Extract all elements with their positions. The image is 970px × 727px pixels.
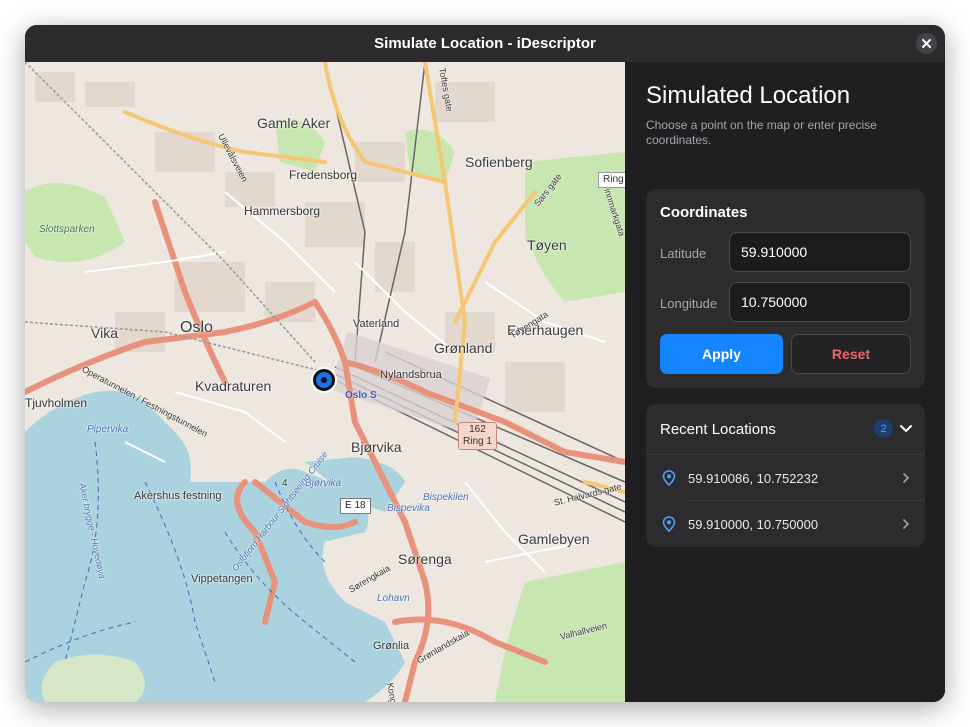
map-label-water: Bispevika	[387, 503, 430, 514]
map-label-district: Grønlia	[373, 640, 410, 652]
close-button[interactable]	[916, 33, 937, 54]
chevron-down-icon[interactable]	[898, 420, 914, 436]
map-label-city: Oslo	[180, 319, 213, 336]
map-label-water: Lohavn	[377, 593, 410, 604]
apply-button[interactable]: Apply	[660, 334, 783, 374]
recent-location-item[interactable]: 59.910000, 10.750000	[646, 501, 925, 546]
chevron-right-icon	[903, 519, 910, 529]
latitude-input[interactable]	[729, 232, 911, 272]
map-label-district: Gamlebyen	[518, 531, 590, 547]
longitude-label: Longitude	[660, 296, 718, 311]
recent-count-badge: 2	[874, 419, 893, 438]
ring-road-name: Ring 1	[463, 436, 492, 447]
ring-road-number: 162	[469, 424, 486, 435]
ring-shield-top: Ring	[598, 172, 625, 188]
map-label-water: Pipervika	[87, 424, 129, 435]
map-label-district: Grønland	[434, 340, 493, 356]
map-label-district: Tjuvholmen	[25, 396, 88, 410]
panel-subtitle: Choose a point on the map or enter preci…	[646, 118, 877, 147]
map-label-district: Tøyen	[527, 237, 567, 253]
recent-location-coordinates: 59.910086, 10.752232	[688, 471, 819, 486]
coordinates-card: Coordinates Latitude Longitude Apply Res…	[646, 189, 925, 388]
map-label-district: Vippetangen	[191, 573, 253, 585]
map-label-district: Nylandsbrua	[380, 369, 442, 381]
map-label-water: Bispekilen	[423, 492, 469, 503]
map-pin-icon	[662, 470, 676, 486]
location-marker-icon[interactable]	[313, 369, 335, 391]
title-bar: Simulate Location - iDescriptor	[25, 25, 945, 62]
coordinates-heading: Coordinates	[660, 204, 748, 221]
longitude-input[interactable]	[729, 282, 911, 322]
e18-shield: E 18	[340, 498, 371, 514]
window-title: Simulate Location - iDescriptor	[374, 35, 596, 52]
chevron-right-icon	[903, 473, 910, 483]
panel-title: Simulated Location	[646, 82, 851, 109]
recent-location-item[interactable]: 59.910086, 10.752232	[646, 455, 925, 500]
map-label-district: Sørenga	[398, 551, 452, 567]
simulate-location-window: Simulate Location - iDescriptor Gamle Ak…	[25, 25, 945, 702]
location-marker-dot	[321, 377, 327, 383]
reset-button[interactable]: Reset	[791, 334, 911, 374]
recent-location-coordinates: 59.910000, 10.750000	[688, 517, 819, 532]
map-label-district: Sofienberg	[465, 154, 533, 170]
map-label-district: Gamle Aker	[257, 115, 331, 131]
latitude-label: Latitude	[660, 246, 707, 261]
close-icon	[922, 39, 931, 48]
map-label-district: Bjørvika	[351, 439, 402, 455]
recent-locations-header[interactable]: Recent Locations 2	[646, 404, 925, 455]
map-label-district: Kvadraturen	[195, 378, 272, 394]
map-label-district: Vika	[91, 325, 118, 341]
ring-road-shield: 162 Ring 1	[458, 422, 497, 450]
location-panel: Simulated Location Choose a point on the…	[625, 62, 945, 702]
map-label-district: Vaterland	[353, 318, 400, 330]
map-label-district: Akershus festning	[134, 490, 222, 502]
map-pin-icon	[662, 516, 676, 532]
station-label: Oslo S	[345, 390, 377, 401]
recent-locations-title: Recent Locations	[660, 421, 776, 438]
map-label-district: Fredensborg	[289, 168, 358, 182]
map-label-district: Hammersborg	[244, 204, 321, 218]
map-view[interactable]: Gamle Aker Fredensborg Hammersborg Sofie…	[25, 62, 625, 702]
recent-locations-card: Recent Locations 2 59.910086, 10.752232	[646, 404, 925, 547]
map-label-park: Slottsparken	[39, 224, 95, 235]
route-number: 4	[282, 478, 288, 489]
